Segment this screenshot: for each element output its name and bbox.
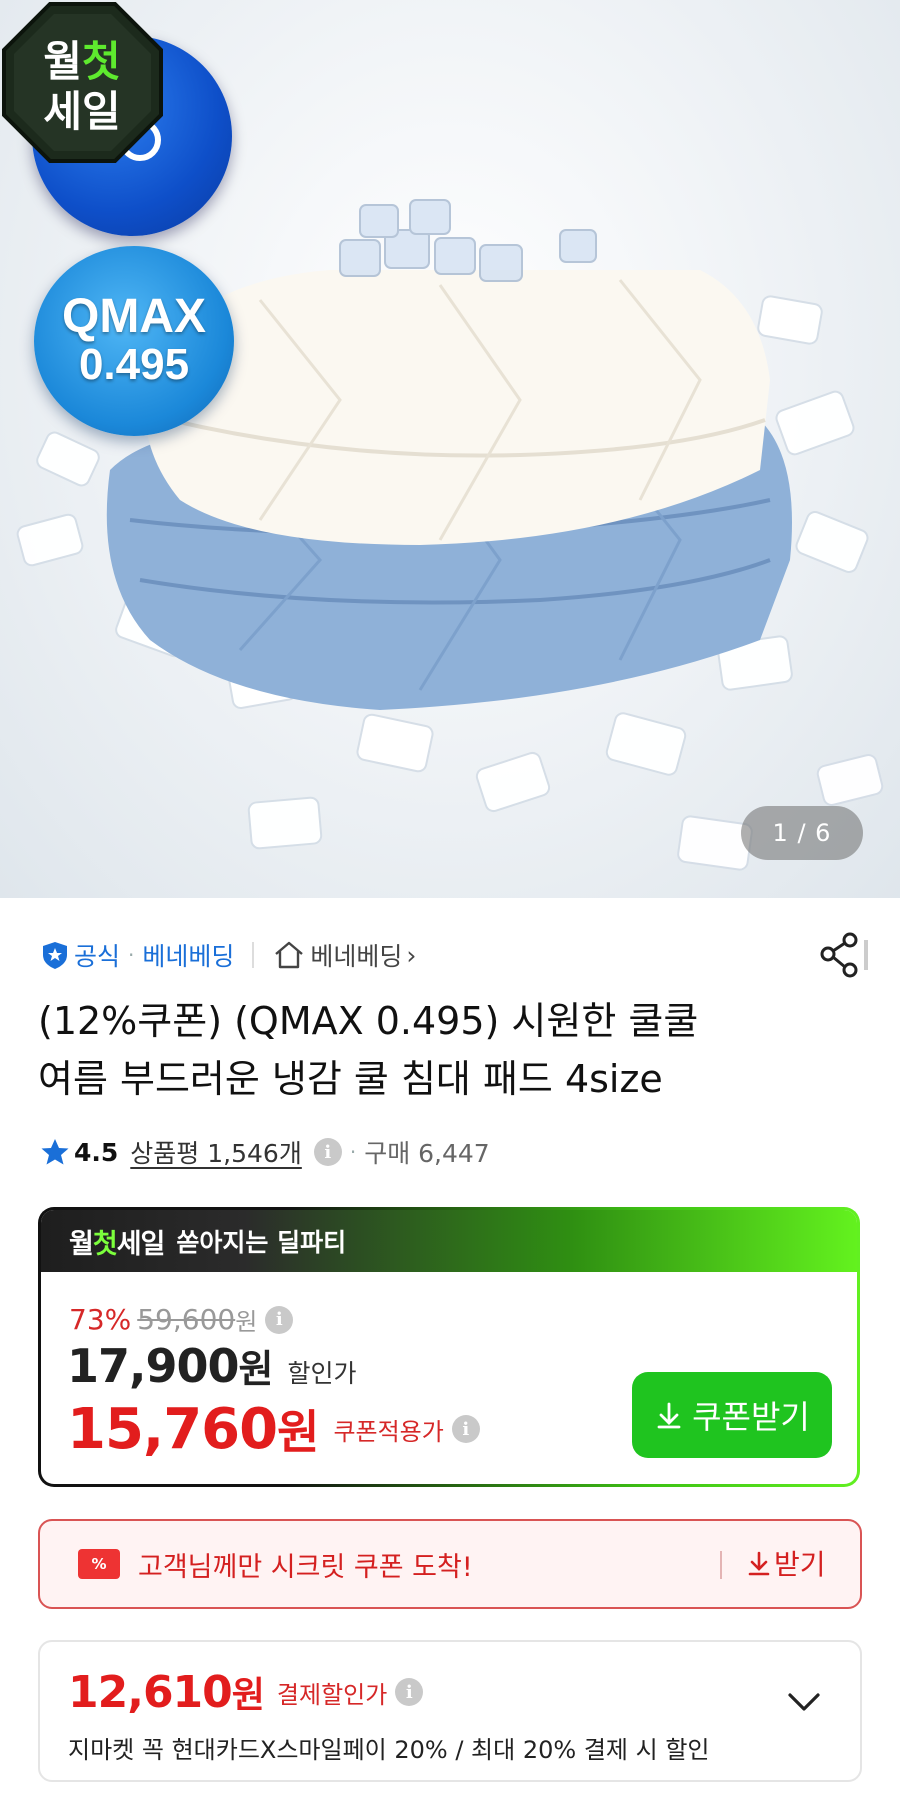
home-icon [275, 941, 304, 969]
svg-text:월첫: 월첫 [43, 37, 120, 86]
original-price-unit: 원 [235, 1308, 258, 1336]
get-coupon-button[interactable]: 쿠폰받기 [632, 1372, 832, 1458]
secret-coupon-message: 고객님께만 시크릿 쿠폰 도착! [138, 1551, 473, 1583]
download-arrow-icon [748, 1551, 770, 1576]
chevron-right-icon: › [406, 940, 417, 970]
monthly-first-sale-logo: 월첫세일 [69, 1222, 166, 1261]
seller-row: 공식 · 베네베딩 베네베딩 › [40, 935, 416, 975]
purchase-count: 구매 6,447 [364, 1139, 490, 1168]
separator-dot: · [349, 1140, 357, 1164]
store-link[interactable]: 베네베딩 › [272, 937, 416, 973]
sale-price-unit: 원 [238, 1347, 274, 1391]
info-icon[interactable]: i [313, 1138, 342, 1166]
original-price: 59,600 [137, 1303, 236, 1336]
coupon-price-label: 쿠폰적용가 [333, 1417, 444, 1446]
store-link-label: 베네베딩 [310, 942, 403, 971]
receive-coupon-button[interactable]: 받기 [746, 1543, 826, 1583]
chevron-down-icon[interactable] [782, 1680, 826, 1724]
info-icon[interactable]: i [395, 1678, 424, 1706]
sale-logo-char-1: 월 [69, 1228, 94, 1260]
divider [252, 942, 255, 968]
info-icon[interactable]: i [451, 1415, 480, 1443]
review-count-link[interactable]: 상품평 1,546개 [130, 1134, 302, 1170]
deal-header-text: 쏟아지는 딜파티 [176, 1228, 347, 1257]
official-shield-icon [43, 942, 67, 969]
product-image-gallery[interactable]: QMAX 0.495 월첫 세일 1 / 6 [0, 0, 900, 898]
sale-price-row: 17,900 원 할인가 [67, 1338, 357, 1393]
share-icon[interactable] [818, 932, 870, 978]
info-icon[interactable]: i [265, 1305, 294, 1334]
qmax-label: QMAX [62, 290, 206, 343]
product-title-line-2: 여름 부드러운 냉감 쿨 침대 패드 4size [38, 1057, 663, 1101]
payment-price-row: 12,610 원 결제할인가 i [68, 1666, 424, 1718]
star-icon [41, 1139, 69, 1165]
sale-logo-char-2: 첫 [92, 1228, 118, 1260]
rating-score: 4.5 [74, 1137, 119, 1167]
payment-price-unit: 원 [231, 1675, 265, 1716]
qmax-badge: QMAX 0.495 [34, 246, 234, 436]
payment-description: 지마켓 꼭 현대카드X스마일페이 20% / 최대 20% 결제 시 할인 [68, 1736, 710, 1764]
deal-price-box: 월첫세일 쏟아지는 딜파티 73% 59,600 원 i 17,900 원 할인… [38, 1207, 860, 1487]
secret-coupon-banner[interactable]: % 고객님께만 시크릿 쿠폰 도착! 받기 [38, 1519, 862, 1609]
discount-rate: 73% [69, 1303, 132, 1336]
official-label: 공식 [74, 942, 121, 971]
coupon-price-unit: 원 [277, 1405, 320, 1459]
rating-row: 4.5 상품평 1,546개 i · 구매 6,447 [40, 1130, 490, 1174]
separator-dot: · [128, 943, 135, 967]
sale-badge-char-1: 월 [43, 37, 82, 86]
payment-discount-box[interactable]: 12,610 원 결제할인가 i 지마켓 꼭 현대카드X스마일페이 20% / … [38, 1640, 862, 1782]
monthly-first-sale-badge: 월첫 세일 [2, 2, 163, 163]
coupon-price-row: 15,760 원 쿠폰적용가 i [67, 1396, 480, 1462]
payment-price: 12,610 [68, 1666, 233, 1718]
download-arrow-icon [657, 1402, 681, 1429]
payment-price-label: 결제할인가 [276, 1680, 388, 1709]
qmax-value: 0.495 [78, 340, 190, 389]
product-title: (12%쿠폰) (QMAX 0.495) 시원한 쿨쿨 여름 부드러운 냉감 쿨… [38, 992, 858, 1108]
sale-price-label: 할인가 [287, 1359, 357, 1388]
get-coupon-label: 쿠폰받기 [692, 1398, 810, 1436]
sale-badge-char-2: 첫 [82, 37, 121, 86]
sale-badge-line-2: 세일 [43, 87, 120, 136]
sale-price: 17,900 [67, 1339, 240, 1393]
brand-link[interactable]: 베네베딩 [142, 937, 234, 973]
deal-header: 월첫세일 쏟아지는 딜파티 [41, 1210, 857, 1272]
receive-coupon-label: 받기 [774, 1548, 826, 1581]
discount-row: 73% 59,600 원 i [69, 1302, 294, 1337]
image-counter: 1 / 6 [741, 806, 863, 860]
coupon-price: 15,760 [67, 1396, 278, 1462]
divider [720, 1551, 722, 1579]
coupon-ticket-icon: % [78, 1549, 120, 1579]
sale-logo-char-3: 세일 [116, 1228, 166, 1260]
product-title-line-1: (12%쿠폰) (QMAX 0.495) 시원한 쿨쿨 [38, 999, 699, 1043]
